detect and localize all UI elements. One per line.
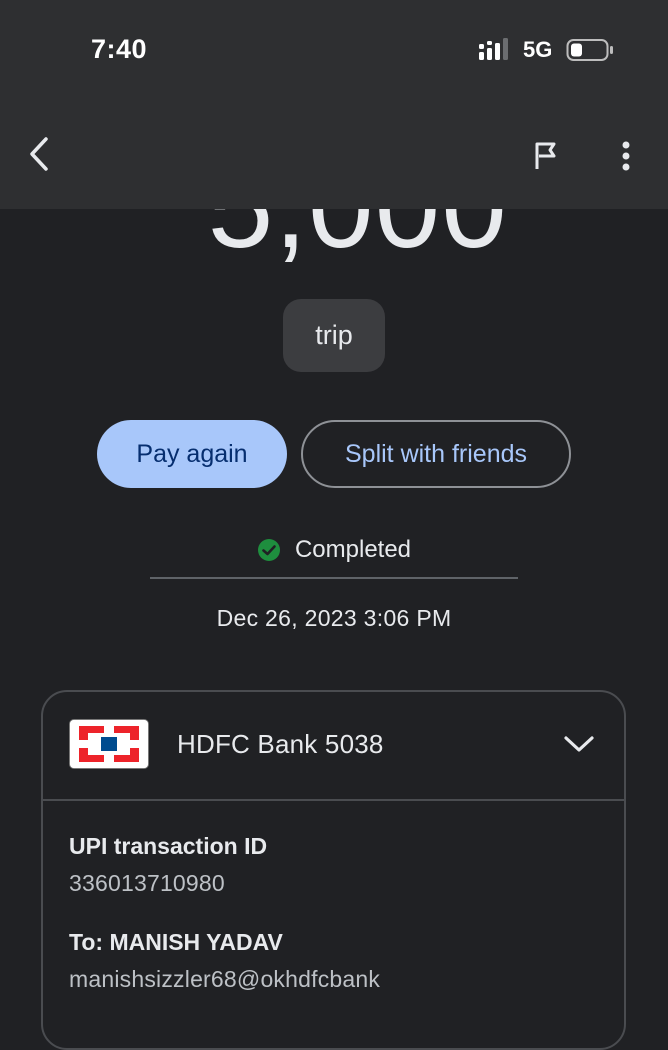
report-button[interactable]: [526, 136, 566, 176]
network-label: 5G: [523, 37, 553, 62]
status-row: Completed: [0, 532, 668, 568]
status-text: Completed: [294, 536, 412, 563]
upi-transaction-id-value: 336013710980: [69, 870, 225, 896]
chevron-down-icon: [564, 736, 594, 752]
chevron-left-icon: [30, 137, 48, 171]
pay-again-button[interactable]: Pay again: [97, 420, 287, 488]
signal-icon: [479, 38, 508, 60]
more-options-button[interactable]: [606, 134, 646, 178]
more-vert-icon: [622, 141, 630, 171]
bank-name: HDFC Bank 5038: [177, 729, 384, 759]
bank-logo-icon: [70, 720, 148, 768]
transaction-datetime: Dec 26, 2023 3:06 PM: [216, 605, 452, 631]
recipient-upi-handle: manishsizzler68@okhdfcbank: [69, 966, 381, 992]
status-divider: [150, 577, 518, 579]
upi-transaction-id-label: UPI transaction ID: [69, 833, 268, 859]
recipient-name-label: To: MANISH YADAV: [69, 929, 283, 955]
card-divider: [43, 799, 624, 801]
bank-account-row[interactable]: HDFC Bank 5038: [43, 692, 624, 799]
check-circle-icon: [257, 539, 280, 561]
note-chip: trip: [283, 299, 385, 372]
transaction-details-card: HDFC Bank 5038 UPI transaction ID 336013…: [41, 690, 626, 1050]
battery-icon: [566, 39, 613, 61]
app-bar: 7:40 5G: [0, 0, 668, 209]
split-with-friends-button[interactable]: Split with friends: [301, 420, 571, 488]
back-button[interactable]: [20, 132, 60, 176]
status-time: 7:40: [91, 34, 148, 64]
flag-icon: [535, 142, 556, 169]
hdfc-bank-logo: [69, 719, 149, 769]
